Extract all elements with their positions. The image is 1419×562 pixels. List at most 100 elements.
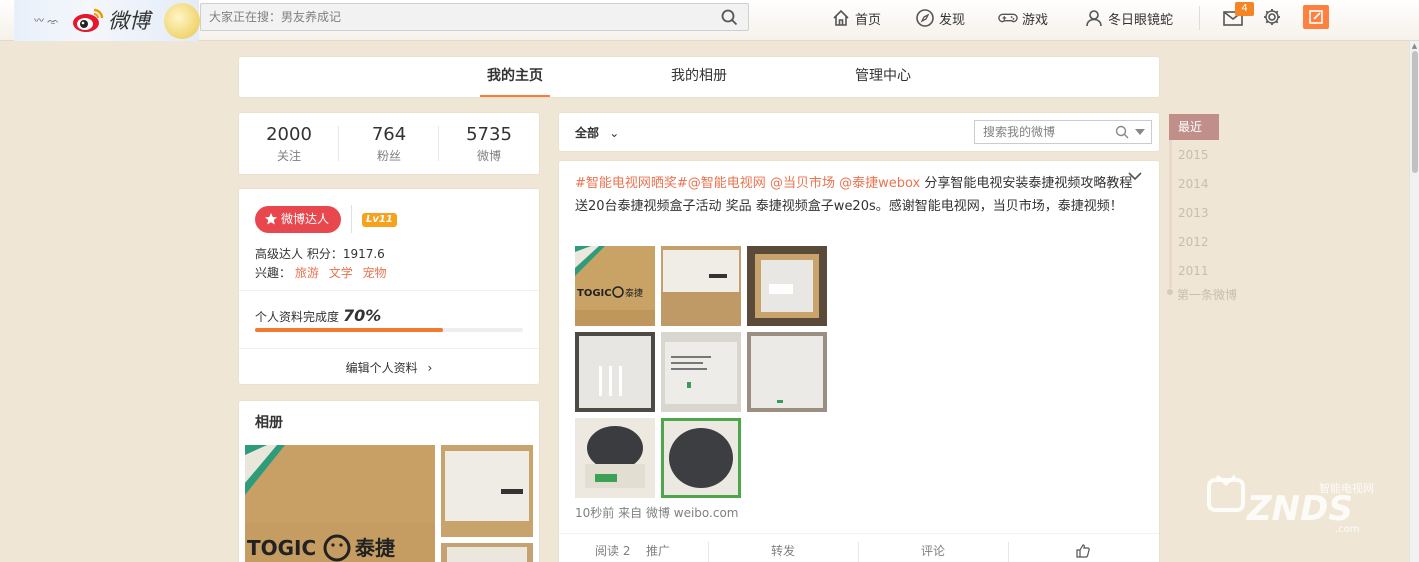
device-image bbox=[575, 418, 655, 498]
post-time[interactable]: 10秒前 bbox=[575, 506, 614, 520]
timeline-year[interactable]: 2015 bbox=[1178, 148, 1209, 162]
global-search-input[interactable] bbox=[201, 4, 701, 30]
edit-profile-link[interactable]: 编辑个人资料 › bbox=[239, 359, 539, 376]
gear-icon[interactable] bbox=[1262, 7, 1282, 27]
timeline-dot bbox=[1167, 289, 1173, 295]
post-mention-link[interactable]: @智能电视网 bbox=[688, 176, 766, 191]
svg-text:泰捷: 泰捷 bbox=[625, 287, 643, 299]
message-badge: 4 bbox=[1235, 2, 1254, 16]
post-image[interactable] bbox=[575, 418, 655, 498]
chevron-down-icon[interactable] bbox=[1127, 169, 1143, 183]
post-topic-link[interactable]: #智能电视网晒奖# bbox=[575, 176, 688, 191]
post-meta: 10秒前 来自 微博 weibo.com bbox=[575, 504, 739, 521]
interest-literature[interactable]: 文学 bbox=[329, 266, 353, 280]
timeline-recent[interactable]: 最近 bbox=[1169, 114, 1219, 140]
post-source[interactable]: 微博 weibo.com bbox=[646, 506, 739, 520]
timeline-year[interactable]: 2014 bbox=[1178, 177, 1209, 191]
weibo-logo[interactable]: 〰 ᨎ 微博 bbox=[14, 0, 200, 41]
album-photo[interactable]: TOGIC 泰捷 bbox=[245, 445, 435, 562]
tab-my-album[interactable]: 我的相册 bbox=[664, 57, 734, 97]
stat-following[interactable]: 2000 关注 bbox=[239, 125, 339, 164]
scrollbar-thumb[interactable] bbox=[1412, 51, 1418, 173]
follow-stats-card: 2000 关注 764 粉丝 5735 微博 bbox=[239, 113, 539, 174]
timeline-year[interactable]: 2011 bbox=[1178, 264, 1209, 278]
white-box-image bbox=[575, 332, 655, 412]
stat-following-count: 2000 bbox=[266, 124, 312, 145]
promote-button[interactable]: 推广 bbox=[646, 534, 670, 562]
dropdown-triangle-icon[interactable] bbox=[1135, 129, 1145, 136]
profile-completion: 个人资料完成度 70% bbox=[255, 306, 381, 325]
talent-label: 微博达人 bbox=[281, 212, 330, 226]
gamepad-icon bbox=[998, 13, 1018, 23]
svg-text:智能电视网: 智能电视网 bbox=[1319, 481, 1374, 495]
weibo-talent-button[interactable]: 微博达人 bbox=[255, 206, 341, 233]
stat-weibo-count: 5735 bbox=[466, 124, 512, 145]
device-image bbox=[661, 418, 741, 498]
tab-my-home[interactable]: 我的主页 bbox=[480, 57, 550, 97]
thumbs-up-icon bbox=[1076, 544, 1090, 558]
stat-weibo-label: 微博 bbox=[476, 149, 501, 163]
post-image[interactable] bbox=[661, 332, 741, 412]
comment-button[interactable]: 评论 bbox=[921, 534, 945, 562]
box-side-image bbox=[747, 332, 827, 412]
post-image[interactable] bbox=[747, 246, 827, 326]
stat-followers[interactable]: 764 粉丝 bbox=[339, 125, 439, 164]
stat-followers-label: 粉丝 bbox=[376, 149, 401, 163]
read-count: 阅读 2 bbox=[595, 534, 630, 562]
timeline-first-post[interactable]: 第一条微博 bbox=[1177, 286, 1237, 303]
post-image[interactable]: TOGIC 泰捷 bbox=[575, 246, 655, 326]
svg-text:TOGIC: TOGIC bbox=[247, 536, 316, 560]
nav-home[interactable]: 首页 bbox=[831, 7, 881, 29]
feed-filter-label: 全部 bbox=[575, 126, 600, 140]
nav-discover[interactable]: 发现 bbox=[915, 7, 965, 29]
svg-text:.com: .com bbox=[1335, 524, 1360, 534]
chevron-down-icon: ⌄ bbox=[609, 126, 620, 140]
global-search bbox=[200, 3, 749, 31]
divider bbox=[351, 205, 352, 233]
logo-text: 微博 bbox=[108, 9, 150, 33]
stat-weibo[interactable]: 5735 微博 bbox=[439, 125, 539, 164]
svg-text:泰捷: 泰捷 bbox=[354, 536, 396, 560]
feed-filter-dropdown[interactable]: 全部 ⌄ bbox=[575, 124, 619, 141]
star-icon bbox=[265, 213, 277, 225]
search-icon[interactable] bbox=[1115, 125, 1129, 139]
box-top-image bbox=[661, 246, 741, 326]
moon-decoration bbox=[164, 3, 200, 39]
timeline-line bbox=[1169, 140, 1172, 288]
feed-header: 全部 ⌄ bbox=[559, 113, 1159, 151]
interests-label: 兴趣： bbox=[255, 266, 292, 280]
timeline-year[interactable]: 2013 bbox=[1178, 206, 1209, 220]
read-label: 阅读 bbox=[595, 544, 620, 558]
level-badge[interactable]: Lv11 bbox=[362, 213, 397, 227]
post-mention-link[interactable]: @当贝市场 bbox=[770, 176, 835, 191]
search-icon[interactable] bbox=[721, 9, 738, 26]
nav-games[interactable]: 游戏 bbox=[998, 7, 1048, 29]
album-photo[interactable] bbox=[441, 445, 533, 537]
completion-bar-fill bbox=[255, 328, 443, 332]
interest-travel[interactable]: 旅游 bbox=[295, 266, 319, 280]
post-image[interactable] bbox=[575, 332, 655, 412]
repost-button[interactable]: 转发 bbox=[771, 534, 795, 562]
scroll-up-arrow[interactable]: ▲ bbox=[1410, 42, 1419, 50]
box-photo-image bbox=[441, 445, 533, 537]
post-mention-link[interactable]: @泰捷webox bbox=[839, 176, 920, 191]
level-points-line: 高级达人 积分：1917.6 bbox=[255, 247, 385, 261]
post-image[interactable] bbox=[661, 246, 741, 326]
post-from-label: 来自 bbox=[618, 506, 643, 520]
like-button[interactable] bbox=[1076, 534, 1090, 562]
timeline-year[interactable]: 2012 bbox=[1178, 235, 1209, 249]
weibo-eye-icon bbox=[73, 8, 104, 32]
birds-decoration: 〰 ᨎ bbox=[34, 16, 60, 27]
interest-pets[interactable]: 宠物 bbox=[363, 266, 387, 280]
tab-management-center[interactable]: 管理中心 bbox=[848, 57, 918, 97]
box-photo-image: TOGIC 泰捷 bbox=[245, 445, 435, 562]
nav-user-profile[interactable]: 冬日眼镜蛇 bbox=[1084, 7, 1173, 29]
post-image[interactable] bbox=[661, 418, 741, 498]
my-weibo-search-input[interactable] bbox=[975, 121, 1105, 143]
stat-following-label: 关注 bbox=[276, 149, 301, 163]
compose-button[interactable] bbox=[1303, 5, 1329, 29]
album-photo[interactable] bbox=[441, 543, 533, 562]
post-image[interactable] bbox=[747, 332, 827, 412]
post-text: #智能电视网晒奖#@智能电视网 @当贝市场 @泰捷webox 分享智能电视安装泰… bbox=[575, 172, 1135, 218]
box-label-image bbox=[661, 332, 741, 412]
